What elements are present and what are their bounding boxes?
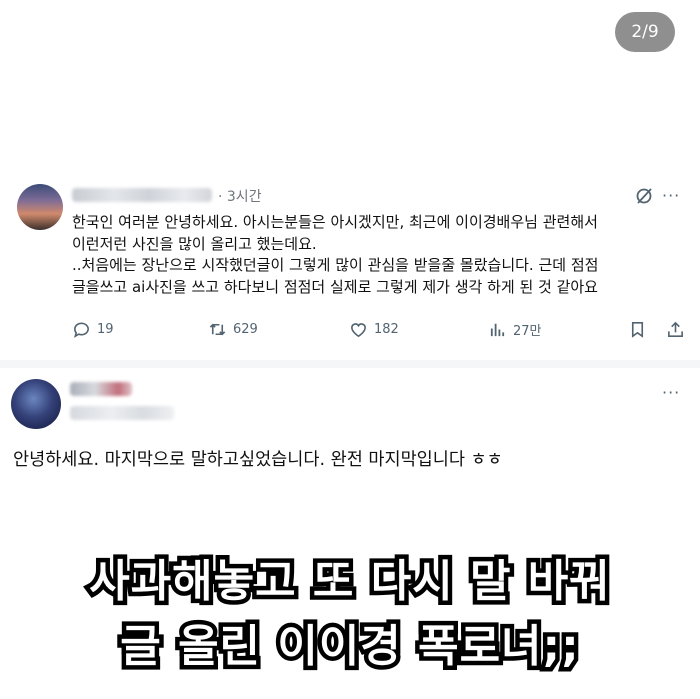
repost-count: 629 — [233, 322, 258, 337]
repost-icon — [209, 323, 226, 336]
caption-line-2: 글 올린 이이경 폭로녀;; — [116, 617, 583, 677]
reply-icon — [74, 322, 89, 338]
post-text-line: 글을쓰고 ai사진을 쓰고 하다보니 점점더 실제로 그렇게 제가 생각 하게 … — [72, 277, 598, 296]
avatar[interactable] — [17, 184, 63, 230]
avatar[interactable] — [11, 379, 61, 429]
blurred-handle — [70, 406, 174, 420]
views-count: 27만 — [513, 324, 542, 339]
views-button[interactable]: 27만 — [488, 320, 542, 339]
blurred-username — [70, 382, 132, 396]
more-icon[interactable]: ··· — [662, 383, 680, 402]
caption-line-1: 사과해놓고 또 다시 말 바꿔 — [85, 552, 615, 612]
blurred-username — [72, 188, 212, 202]
reply-count: 19 — [97, 322, 114, 337]
post-body: 안녕하세요. 마지막으로 말하고싶었습니다. 완전 마지막입니다 ㅎㅎ — [13, 450, 503, 470]
reply-button[interactable]: 19 — [72, 320, 114, 339]
post-actions: 19 629 182 27만 — [72, 320, 688, 342]
like-icon — [351, 323, 366, 338]
repost-button[interactable]: 629 — [208, 320, 258, 339]
bookmark-icon — [631, 322, 644, 338]
page-counter: 2/9 — [615, 12, 675, 52]
share-button[interactable] — [666, 320, 685, 339]
bookmark-button[interactable] — [628, 320, 647, 339]
like-button[interactable]: 182 — [349, 320, 399, 339]
views-icon — [490, 323, 505, 337]
grok-icon[interactable] — [634, 186, 654, 206]
post-text-line: 한국인 여러분 안녕하세요. 아시는분들은 아시겠지만, 최근에 이이경배우님 … — [72, 213, 598, 231]
share-icon — [668, 321, 683, 337]
post-timestamp: · 3시간 — [218, 189, 262, 205]
post-1: · 3시간 ··· 한국인 여러분 안녕하세요. 아시는분들은 아시겠지만, 최… — [0, 172, 700, 360]
post-text-line: ..처음에는 장난으로 시작했던글이 그렇게 많이 관심을 받을줄 몰랐습니다.… — [72, 256, 599, 274]
post-body: 한국인 여러분 안녕하세요. 아시는분들은 아시겠지만, 최근에 이이경배우님 … — [72, 212, 684, 298]
like-count: 182 — [374, 322, 399, 337]
divider — [0, 360, 700, 368]
more-icon[interactable]: ··· — [662, 186, 684, 206]
post-text-line: 이런저런 사진을 많이 올리고 했는데요. — [72, 234, 317, 253]
